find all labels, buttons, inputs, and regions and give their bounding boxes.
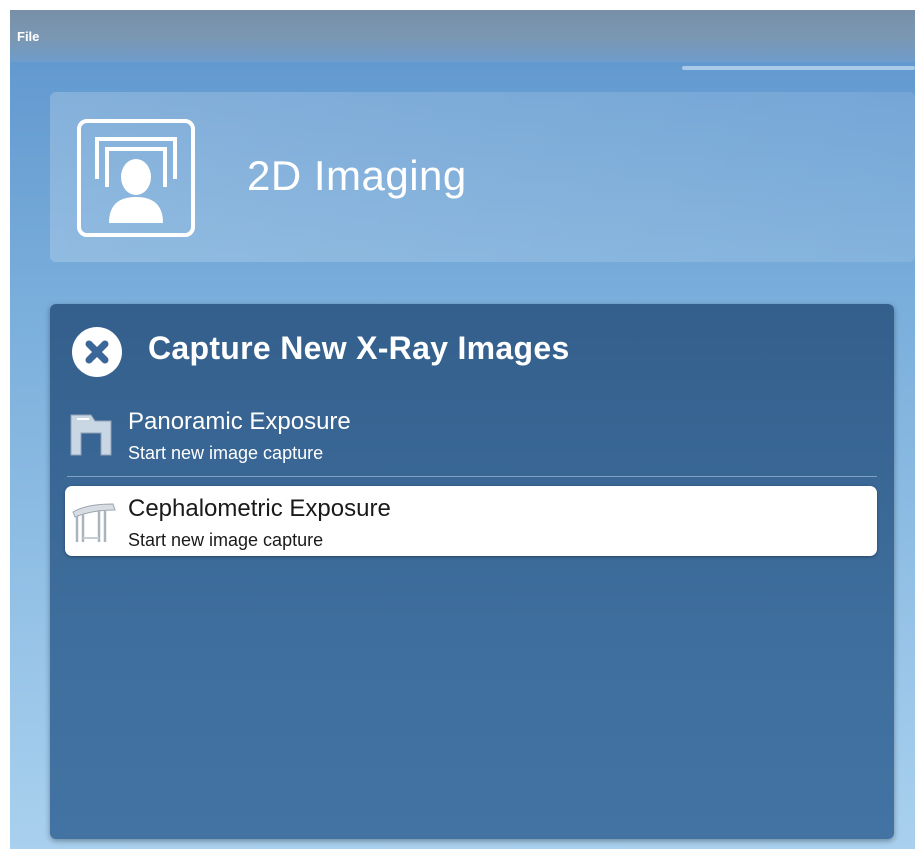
panoramic-exposure-option[interactable]: Panoramic Exposure Start new image captu… [65,399,877,469]
file-menu[interactable]: File [17,29,39,44]
close-button[interactable] [72,327,122,377]
panoramic-device-icon [70,414,112,456]
module-header: 2D Imaging [50,92,915,262]
module-title: 2D Imaging [247,152,467,199]
option-divider [67,476,877,477]
option-label: Cephalometric Exposure [128,495,391,522]
cephalometric-exposure-option[interactable]: Cephalometric Exposure Start new image c… [65,486,877,556]
option-label: Panoramic Exposure [128,408,351,435]
capture-panel: Capture New X-Ray Images Panoramic Expos… [50,304,894,839]
app-window: File 2D Imaging Capture New X-Ray Images [10,10,915,849]
cephalometric-device-icon [72,503,116,542]
option-subtitle: Start new image capture [128,443,324,463]
close-icon [85,340,109,364]
menu-bar: File [10,10,915,62]
top-divider-line [682,66,915,70]
capture-title: Capture New X-Ray Images [148,330,570,366]
patient-portrait-icon [77,119,195,237]
option-subtitle: Start new image capture [128,530,324,550]
